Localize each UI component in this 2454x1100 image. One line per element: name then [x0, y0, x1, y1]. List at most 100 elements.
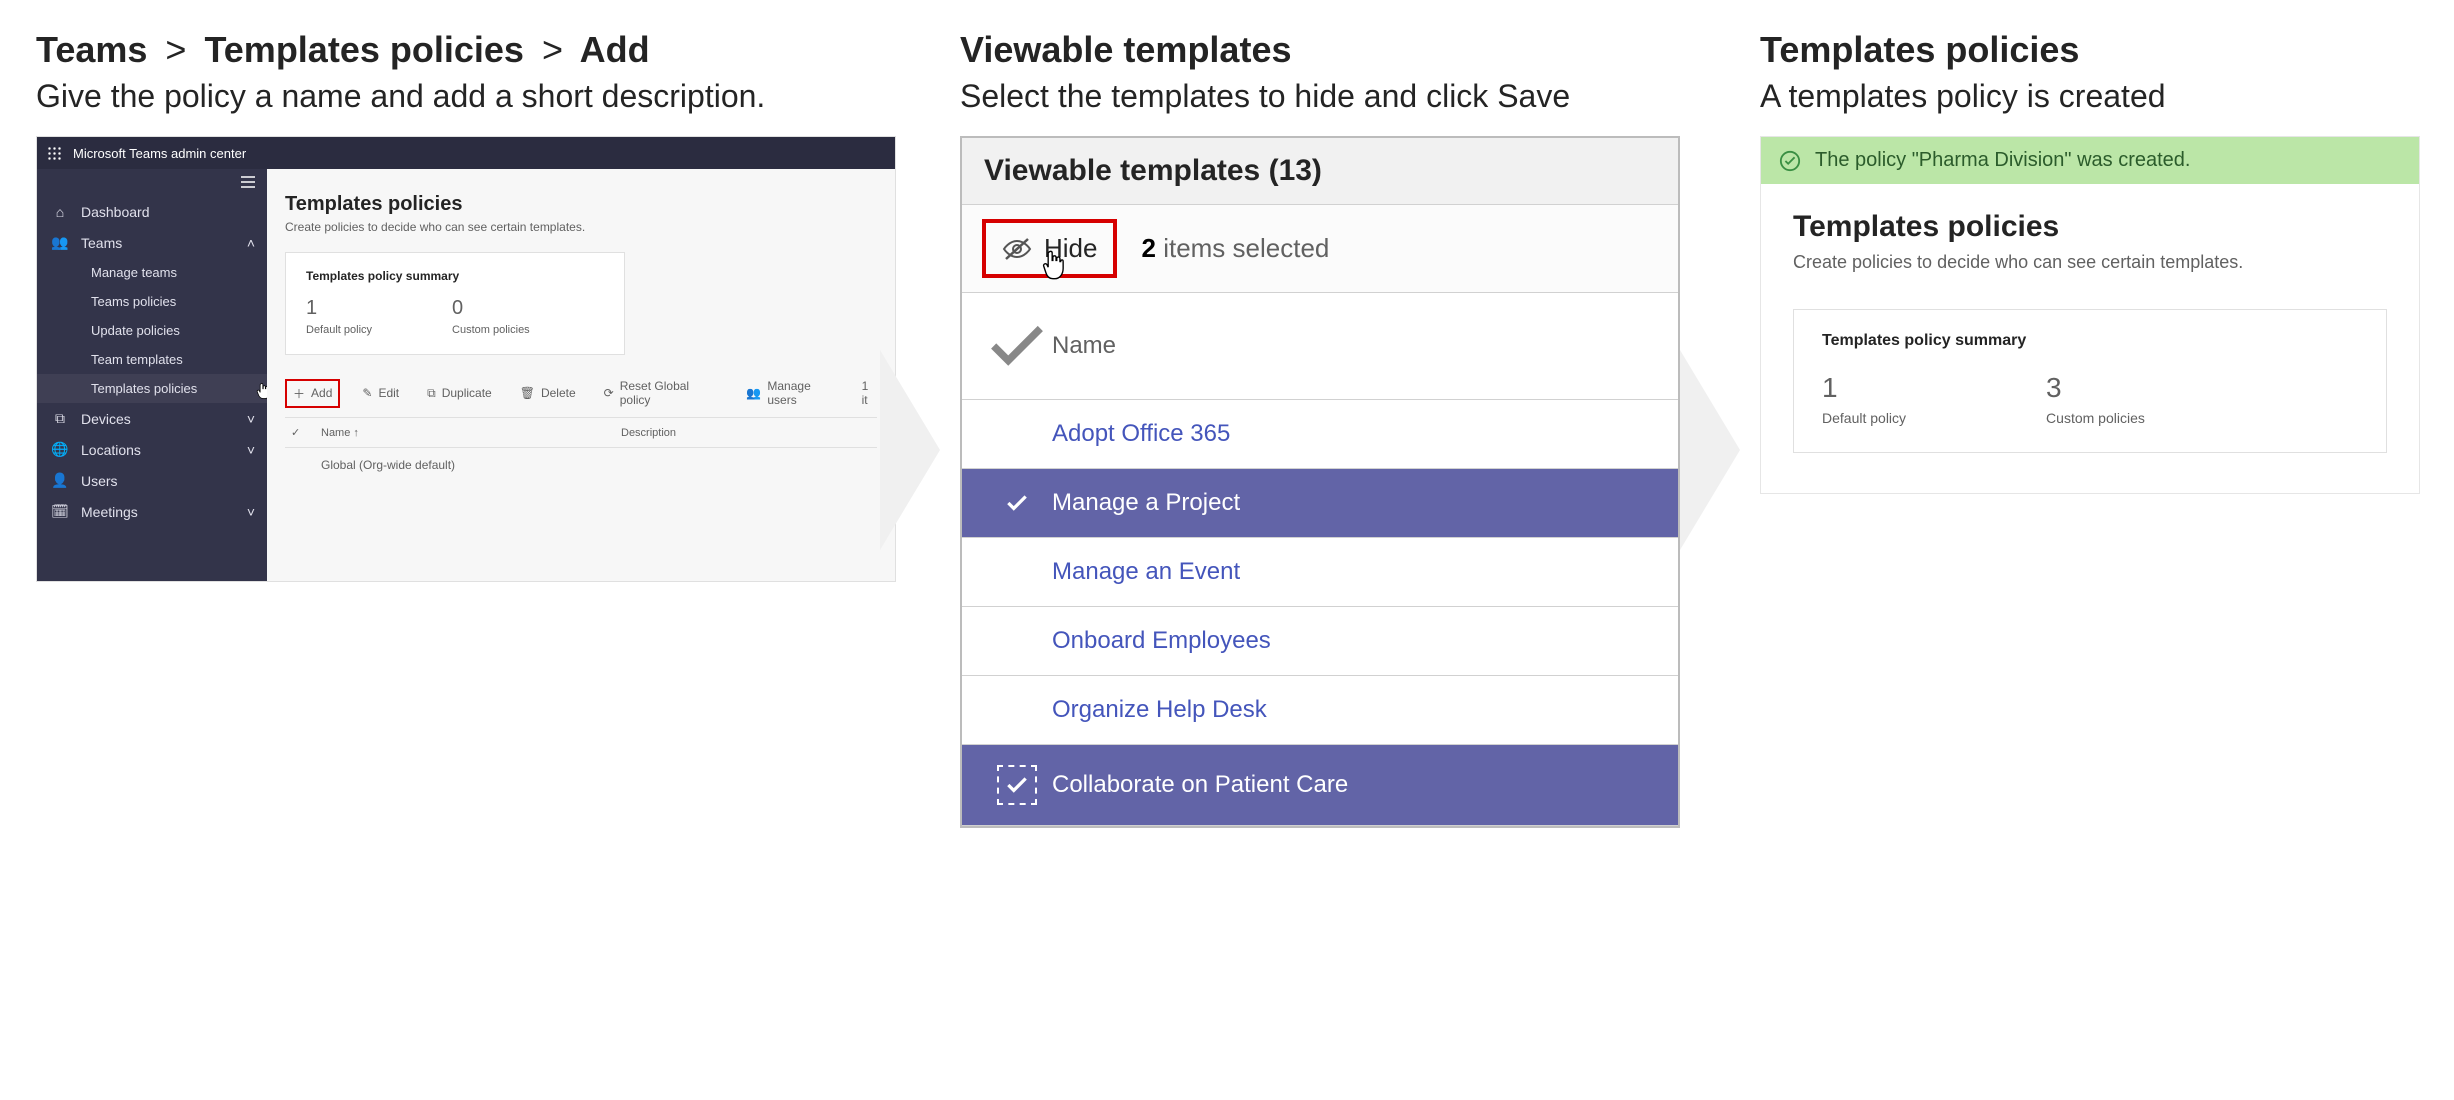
- add-button[interactable]: ＋ Add: [285, 379, 340, 408]
- btn-label: Delete: [541, 386, 576, 400]
- policies-toolbar: ＋ Add ✎ Edit ⧉ Duplicate 🗑 Delete: [285, 375, 877, 418]
- list-item[interactable]: Organize Help Desk: [962, 676, 1678, 745]
- waffle-icon[interactable]: [47, 146, 61, 160]
- col-name[interactable]: Name ↑: [321, 427, 621, 439]
- step1-heading: Teams > Templates policies > Add: [36, 28, 896, 71]
- check-icon: [982, 311, 1052, 381]
- template-name: Organize Help Desk: [1052, 696, 1267, 724]
- nav-label: Team templates: [91, 352, 183, 367]
- nav-label: Locations: [81, 442, 141, 458]
- stat-custom-num: 3: [2046, 372, 2145, 404]
- admin-main: Templates policies Create policies to de…: [267, 169, 895, 581]
- stat-default-num: 1: [306, 297, 372, 320]
- page-title: Templates policies: [285, 193, 877, 216]
- template-name: Manage a Project: [1052, 489, 1240, 517]
- table-row[interactable]: Global (Org-wide default): [285, 448, 877, 482]
- nav-label: Update policies: [91, 323, 180, 338]
- item-count: 1 it: [862, 379, 877, 407]
- btn-label: Manage users: [767, 379, 839, 407]
- list-item[interactable]: Collaborate on Patient Care: [962, 745, 1678, 826]
- delete-button[interactable]: 🗑 Delete: [514, 382, 582, 404]
- chevron-down-icon: ˅: [247, 442, 255, 458]
- nav-templates-policies[interactable]: Templates policies: [37, 374, 267, 403]
- nav-label: Teams policies: [91, 294, 176, 309]
- templates-list: Adopt Office 365 Manage a Project Manage a…: [962, 400, 1678, 826]
- admin-topbar: Microsoft Teams admin center: [37, 137, 895, 169]
- stat-custom-num: 0: [452, 297, 530, 320]
- step-arrow-icon: [1680, 350, 1770, 550]
- nav-label: Users: [81, 473, 118, 489]
- nav-label: Devices: [81, 411, 131, 427]
- list-item[interactable]: Manage a Project: [962, 469, 1678, 538]
- manage-users-button[interactable]: 👥 Manage users: [740, 375, 845, 411]
- nav-manage-teams[interactable]: Manage teams: [37, 258, 267, 287]
- select-all-checkbox[interactable]: ✓: [291, 426, 321, 439]
- people-icon: 👥: [51, 234, 69, 251]
- chevron-down-icon: ˅: [247, 411, 255, 427]
- selection-count: 2 items selected: [1141, 233, 1329, 264]
- nav-label: Dashboard: [81, 204, 150, 220]
- nav-users[interactable]: 👤 Users: [37, 465, 267, 496]
- step3-subtitle: A templates policy is created: [1760, 75, 2420, 118]
- stat-default-label: Default policy: [1822, 410, 1906, 426]
- row-checkbox[interactable]: [982, 490, 1052, 516]
- step1-subtitle: Give the policy a name and add a short d…: [36, 75, 896, 118]
- summary-card: Templates policy summary 1 Default polic…: [285, 252, 625, 355]
- list-item[interactable]: Manage an Event: [962, 538, 1678, 607]
- btn-label: Reset Global policy: [620, 379, 719, 407]
- breadcrumb-sep: >: [542, 29, 563, 70]
- btn-label: Edit: [378, 386, 399, 400]
- template-name: Adopt Office 365: [1052, 420, 1230, 448]
- nav-teams[interactable]: 👥 Teams ˄: [37, 227, 267, 258]
- nav-locations[interactable]: 🌐 Locations ˅: [37, 434, 267, 465]
- policies-grid-header: ✓ Name ↑ Description: [285, 418, 877, 448]
- col-description[interactable]: Description: [621, 427, 871, 439]
- nav-label: Teams: [81, 235, 122, 251]
- devices-icon: ⧉: [51, 410, 69, 427]
- check-circle-icon: [1779, 150, 1801, 172]
- hamburger-icon[interactable]: [229, 169, 267, 197]
- summary-card-title: Templates policy summary: [306, 269, 604, 283]
- copy-icon: ⧉: [427, 386, 436, 401]
- duplicate-button[interactable]: ⧉ Duplicate: [421, 382, 498, 405]
- page-description: Create policies to decide who can see ce…: [285, 220, 877, 234]
- template-name: Onboard Employees: [1052, 627, 1271, 655]
- templates-list-header: Name: [962, 293, 1678, 400]
- nav-team-templates[interactable]: Team templates: [37, 345, 267, 374]
- globe-icon: 🌐: [51, 441, 69, 458]
- nav-devices[interactable]: ⧉ Devices ˅: [37, 403, 267, 434]
- row-name: Global (Org-wide default): [321, 458, 621, 472]
- people-icon: 👥: [746, 386, 761, 400]
- stat-custom-label: Custom policies: [2046, 410, 2145, 426]
- calendar-icon: 🗓: [51, 503, 69, 520]
- stat-custom-label: Custom policies: [452, 324, 530, 336]
- reset-global-button[interactable]: ⟳ Reset Global policy: [598, 375, 725, 411]
- admin-sidebar: ⌂ Dashboard 👥 Teams ˄ Manage teams Teams…: [37, 169, 267, 581]
- crumb-add: Add: [580, 29, 650, 70]
- success-banner: The policy "Pharma Division" was created…: [1761, 137, 2419, 184]
- list-item[interactable]: Onboard Employees: [962, 607, 1678, 676]
- nav-update-policies[interactable]: Update policies: [37, 316, 267, 345]
- chevron-up-icon: ˄: [247, 235, 255, 251]
- cursor-hand-icon: [1040, 249, 1068, 281]
- row-checkbox[interactable]: [291, 458, 321, 472]
- summary-card: Templates policy summary 1 Default polic…: [1793, 309, 2387, 453]
- edit-button[interactable]: ✎ Edit: [356, 382, 405, 404]
- step-3: Templates policies A templates policy is…: [1760, 28, 2420, 494]
- nav-teams-policies[interactable]: Teams policies: [37, 287, 267, 316]
- list-item[interactable]: Adopt Office 365: [962, 400, 1678, 469]
- template-name: Collaborate on Patient Care: [1052, 771, 1348, 799]
- row-checkbox[interactable]: [982, 765, 1052, 805]
- crumb-teams: Teams: [36, 29, 147, 70]
- page-title: Templates policies: [1793, 210, 2387, 244]
- hide-button[interactable]: Hide: [982, 219, 1117, 278]
- check-dashed-icon: [997, 765, 1037, 805]
- nav-meetings[interactable]: 🗓 Meetings ˅: [37, 496, 267, 527]
- nav-dashboard[interactable]: ⌂ Dashboard: [37, 197, 267, 227]
- btn-label: Add: [311, 386, 332, 400]
- check-icon: [1004, 490, 1030, 516]
- stat-default-num: 1: [1822, 372, 1906, 404]
- refresh-icon: ⟳: [604, 386, 614, 400]
- select-all-checkbox[interactable]: [982, 311, 1052, 381]
- plus-icon: ＋: [293, 385, 305, 402]
